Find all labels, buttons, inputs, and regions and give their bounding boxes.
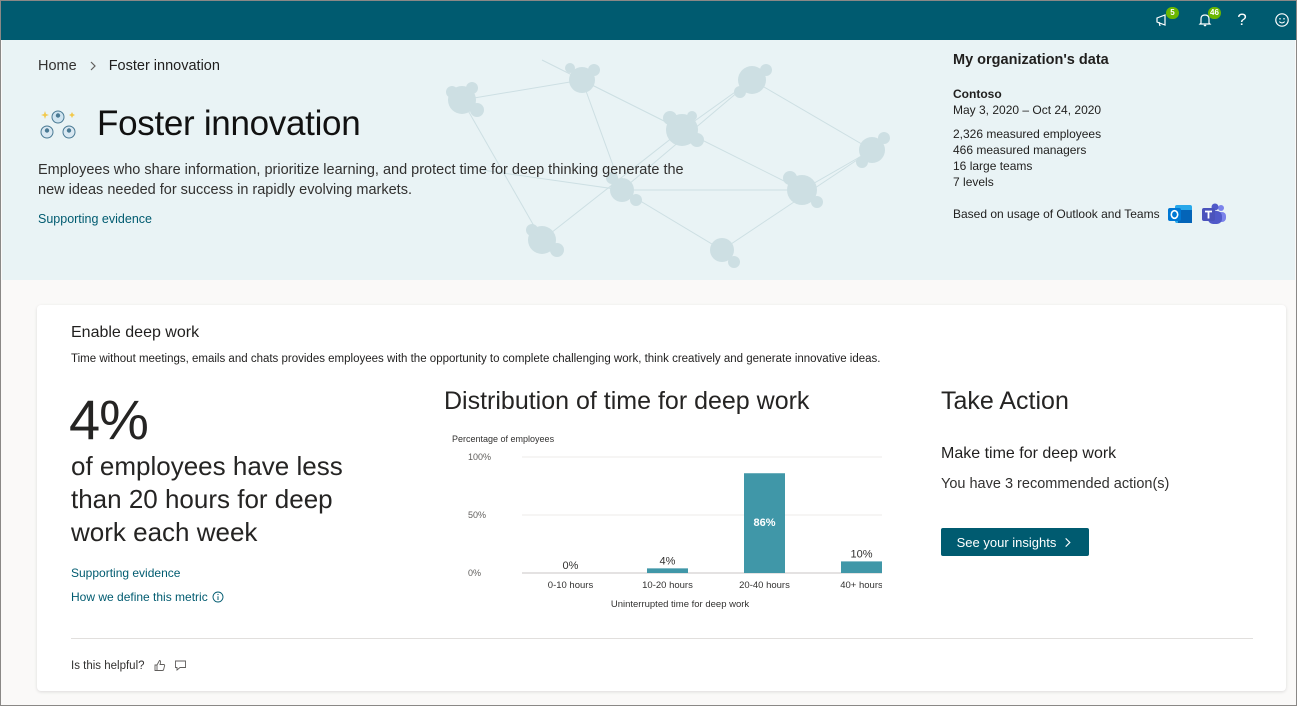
- data-source: Based on usage of Outlook and Teams: [953, 202, 1273, 226]
- supporting-evidence-link[interactable]: Supporting evidence: [38, 212, 152, 226]
- x-tick-label: 40+ hours: [840, 580, 882, 591]
- data-source-text: Based on usage of Outlook and Teams: [953, 207, 1160, 221]
- y-tick-label: 100%: [468, 452, 491, 462]
- smiley-icon[interactable]: [1269, 8, 1295, 32]
- see-insights-button[interactable]: See your insights: [941, 528, 1089, 556]
- feedback-icon[interactable]: 5: [1150, 7, 1179, 32]
- stat-employees: 2,326 measured employees: [953, 127, 1102, 141]
- y-tick-label: 50%: [468, 510, 486, 520]
- organization-data-panel: My organization's data Contoso May 3, 20…: [953, 52, 1273, 226]
- take-action-title: Take Action: [941, 387, 1069, 415]
- helpful-prompt: Is this helpful?: [71, 659, 145, 672]
- define-metric-link[interactable]: How we define this metric: [71, 590, 224, 604]
- metric-text: of employees have less than 20 hours for…: [71, 451, 343, 547]
- data-label: 0%: [563, 560, 579, 572]
- breadcrumb-home[interactable]: Home: [38, 58, 77, 74]
- data-label: 4%: [660, 555, 676, 567]
- bar: [647, 568, 688, 573]
- bar: [841, 561, 882, 573]
- page-title: Foster innovation: [97, 104, 361, 143]
- notifications-badge: 46: [1208, 7, 1221, 19]
- card-description: Time without meetings, emails and chats …: [71, 353, 881, 365]
- date-range: May 3, 2020 – Oct 24, 2020: [953, 103, 1102, 117]
- page-description: Employees who share information, priorit…: [38, 162, 684, 198]
- stat-levels: 7 levels: [953, 175, 994, 189]
- breadcrumb: Home Foster innovation: [38, 58, 220, 74]
- recommendation-count: You have 3 recommended action(s): [941, 476, 1170, 492]
- data-label: 10%: [850, 548, 872, 560]
- deep-work-bar-chart: Percentage of employees Uninterrupted ti…: [452, 434, 882, 610]
- deep-work-card: Enable deep work Time without meetings, …: [37, 305, 1286, 691]
- x-tick-label: 10-20 hours: [642, 580, 693, 591]
- card-title: Enable deep work: [71, 324, 200, 341]
- x-axis-label: Uninterrupted time for deep work: [611, 599, 750, 610]
- stat-teams: 16 large teams: [953, 159, 1033, 173]
- breadcrumb-current: Foster innovation: [108, 58, 220, 74]
- comment-icon[interactable]: [174, 659, 187, 672]
- take-action-subtitle: Make time for deep work: [941, 445, 1117, 462]
- feedback-row: Is this helpful?: [71, 659, 187, 672]
- see-insights-label: See your insights: [956, 534, 1057, 550]
- outlook-icon: [1167, 205, 1192, 223]
- org-name: Contoso: [953, 87, 1002, 101]
- stat-managers: 466 measured managers: [953, 143, 1087, 157]
- feedback-badge: 5: [1166, 7, 1179, 19]
- thumbs-up-icon[interactable]: [153, 659, 166, 672]
- info-icon: [212, 591, 224, 603]
- supporting-evidence-link[interactable]: Supporting evidence: [71, 566, 180, 580]
- notifications-button[interactable]: 46: [1192, 7, 1221, 32]
- divider: [71, 638, 1253, 639]
- x-tick-label: 20-40 hours: [739, 580, 790, 591]
- metric-value: 4%: [69, 388, 149, 451]
- smiley-face-icon: [1275, 13, 1289, 27]
- help-glyph: ?: [1237, 10, 1247, 29]
- org-panel-title: My organization's data: [953, 52, 1109, 68]
- hero-banner: Home Foster innovation Foster innovation…: [2, 40, 1295, 280]
- x-tick-label: 0-10 hours: [548, 580, 594, 591]
- data-label: 86%: [753, 517, 775, 529]
- chart-title: Distribution of time for deep work: [444, 387, 810, 415]
- y-tick-label: 0%: [468, 568, 481, 578]
- help-icon[interactable]: ?: [1229, 8, 1255, 32]
- chevron-right-icon: [87, 60, 99, 72]
- define-metric-label: How we define this metric: [71, 590, 208, 604]
- chevron-right-icon: [1065, 537, 1071, 547]
- people-network-icon: [40, 110, 76, 139]
- top-bar: 5 46 ?: [0, 0, 1297, 40]
- y-axis-label: Percentage of employees: [452, 434, 555, 444]
- teams-icon: [1201, 203, 1226, 224]
